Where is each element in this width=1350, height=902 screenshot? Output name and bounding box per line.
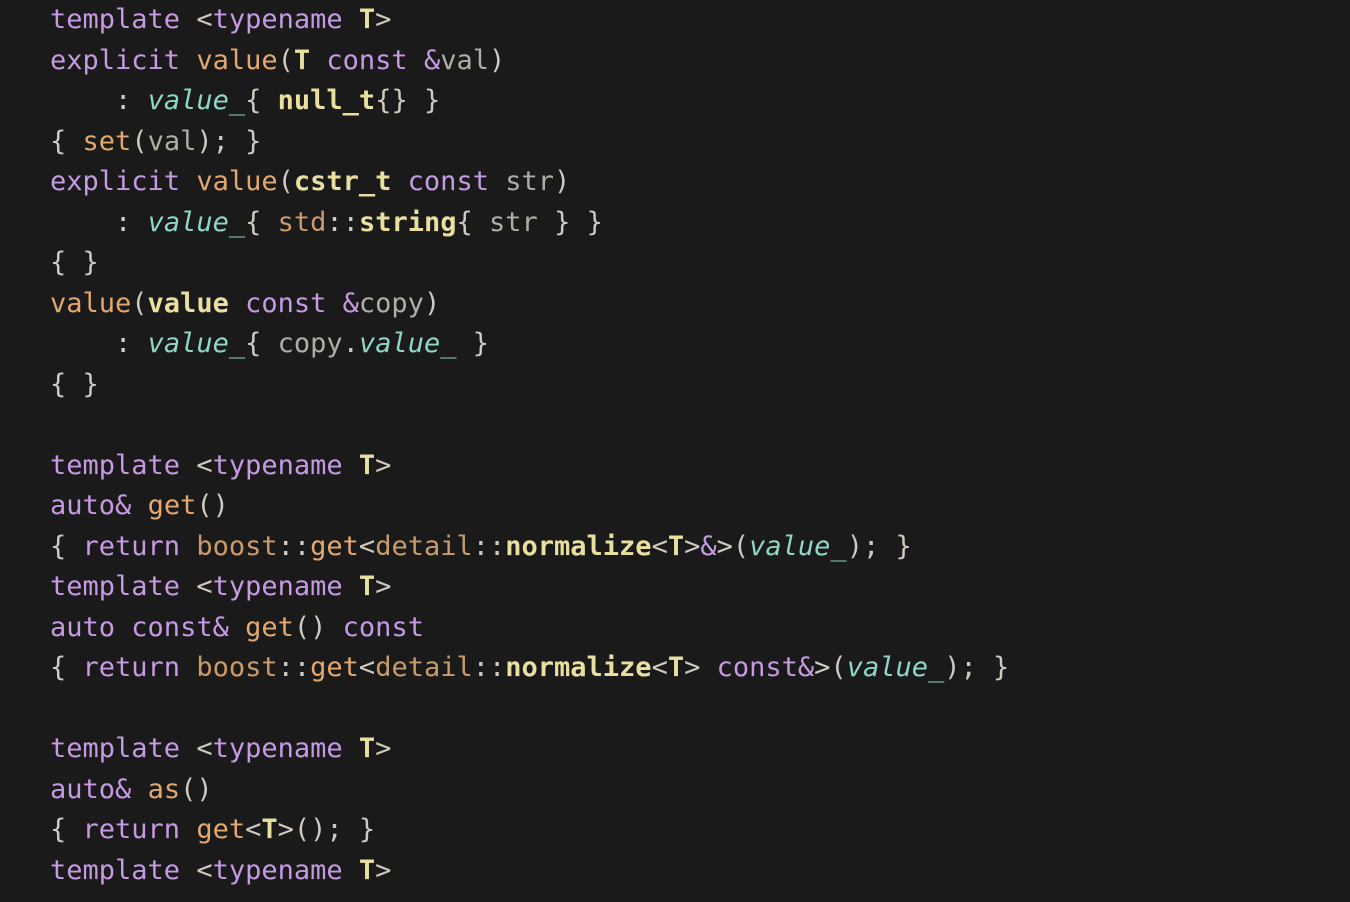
code-line: template <typename T> [50,4,391,35]
fn-get: get [148,490,197,521]
ns-boost: boost [196,531,277,562]
code-line: { return boost::get<detail::normalize<T>… [50,652,1009,683]
type-string: string [359,207,457,238]
code-line: template <typename T> [50,450,391,481]
member-value: value_ [148,85,246,116]
keyword-explicit: explicit [50,45,180,76]
ns-detail: detail [375,531,473,562]
code-line: auto& get() [50,490,229,521]
param-str: str [505,166,554,197]
code-line: { set(val); } [50,126,261,157]
code-line: : value_{ std::string{ str } } [50,207,603,238]
keyword-auto: auto [50,490,115,521]
keyword-return: return [83,531,181,562]
code-line: : value_{ null_t{} } [50,85,440,116]
code-line: auto& as() [50,774,213,805]
param-copy: copy [359,288,424,319]
code-line: template <typename T> [50,571,391,602]
keyword-template: template [50,4,180,35]
code-line: { return boost::get<detail::normalize<T>… [50,531,912,562]
code-line: { } [50,369,99,400]
type-null_t: null_t [278,85,376,116]
fn-set: set [83,126,132,157]
code-block: template <typename T> explicit value(T c… [0,0,1350,891]
code-line: explicit value(T const &val) [50,45,505,76]
code-line: explicit value(cstr_t const str) [50,166,570,197]
code-line: { } [50,247,99,278]
type-normalize: normalize [505,531,651,562]
type-T: T [359,4,375,35]
code-line: template <typename T> [50,733,391,764]
type-cstr_t: cstr_t [294,166,392,197]
code-line: template <typename T> [50,855,391,886]
keyword-typename: typename [213,4,343,35]
code-line: : value_{ copy.value_ } [50,328,489,359]
code-line: value(value const &copy) [50,288,440,319]
param-val: val [440,45,489,76]
ns-std: std [278,207,327,238]
code-line: { return get<T>(); } [50,814,375,845]
ctor-value: value [196,45,277,76]
code-line: auto const& get() const [50,612,424,643]
fn-as: as [148,774,181,805]
